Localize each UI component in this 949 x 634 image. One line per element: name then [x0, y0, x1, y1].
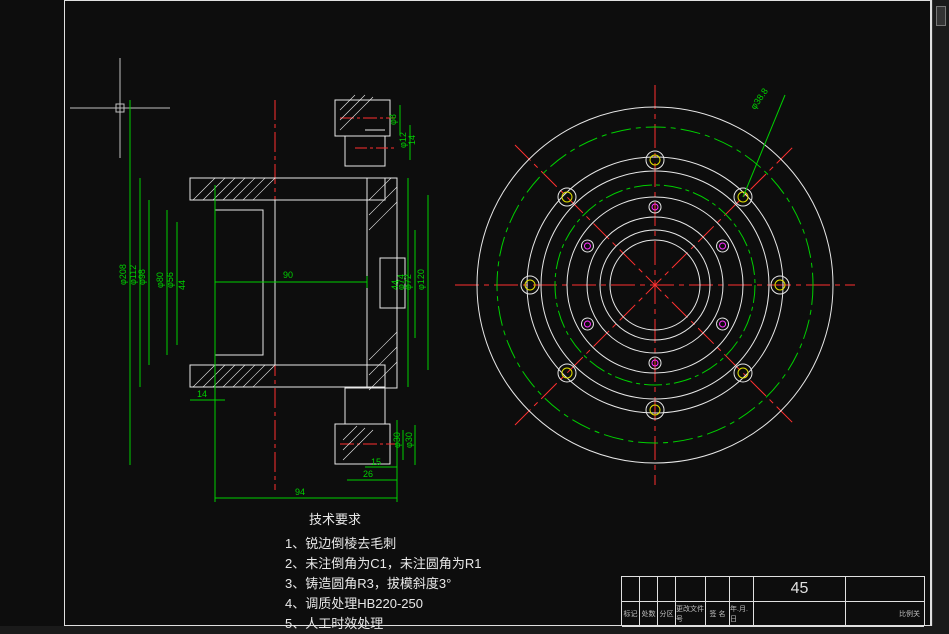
section-view: 90 94 14 26 15 φ208 φ112 φ98 φ80 φ56 44 … [115, 100, 445, 520]
dim-d80: φ80 [155, 272, 165, 288]
scroll-thumb[interactable] [936, 6, 946, 26]
dim-d56: φ56 [165, 272, 175, 288]
tb-cell [640, 577, 658, 602]
dim-d208: φ208 [118, 264, 128, 285]
dim-h44: 44 [177, 280, 187, 290]
tb-label: 签 名 [706, 602, 730, 627]
tb-label: 分区 [658, 602, 676, 627]
dim-94: 94 [295, 487, 305, 497]
tb-cell [676, 577, 706, 602]
tech-note: 5、人工时效处理 [285, 614, 481, 634]
dim-d120: φ120 [416, 269, 426, 290]
title-block: 45 标记 处数 分区 更改文件号 签 名 年.月.日 比例关 [621, 576, 925, 626]
tb-cell [846, 577, 924, 602]
dim-26: 26 [363, 469, 373, 479]
tech-note: 2、未注倒角为C1，未注圆角为R1 [285, 554, 481, 574]
tb-label: 更改文件号 [676, 602, 706, 627]
tech-note: 4、调质处理HB220-250 [285, 594, 481, 614]
dim-h14: 14 [407, 135, 417, 145]
cad-canvas[interactable]: 90 94 14 26 15 φ208 φ112 φ98 φ80 φ56 44 … [0, 0, 949, 626]
tb-label: 处数 [640, 602, 658, 627]
tb-label: 标记 [622, 602, 640, 627]
dim-d30a: φ30 [392, 432, 402, 448]
tech-note: 3、铸造圆角R3，拔模斜度3° [285, 574, 481, 594]
front-view: φ38.8 [465, 95, 845, 475]
technical-requirements: 技术要求 1、锐边倒棱去毛刺 2、未注倒角为C1，未注圆角为R1 3、铸造圆角R… [285, 510, 481, 634]
dim-d30b: φ30 [404, 432, 414, 448]
dim-d98: φ98 [137, 269, 147, 285]
tb-ratio: 比例关 [846, 602, 924, 627]
dim-h44b: 44 [390, 280, 400, 290]
tb-material: 45 [754, 577, 846, 602]
dim-15: 15 [371, 457, 381, 467]
tech-title: 技术要求 [285, 510, 385, 530]
tb-cell [706, 577, 730, 602]
tb-cell [730, 577, 754, 602]
tb-cell [658, 577, 676, 602]
tb-cell [622, 577, 640, 602]
dim-d72: φ72 [403, 274, 413, 290]
right-tool-strip [932, 0, 949, 626]
dim-14: 14 [197, 389, 207, 399]
dim-d8: φ8 [388, 114, 398, 125]
dim-90: 90 [283, 270, 293, 280]
tech-note: 1、锐边倒棱去毛刺 [285, 534, 481, 554]
dim-bolt-circle: φ38.8 [748, 86, 770, 111]
tb-label: 年.月.日 [730, 602, 754, 627]
